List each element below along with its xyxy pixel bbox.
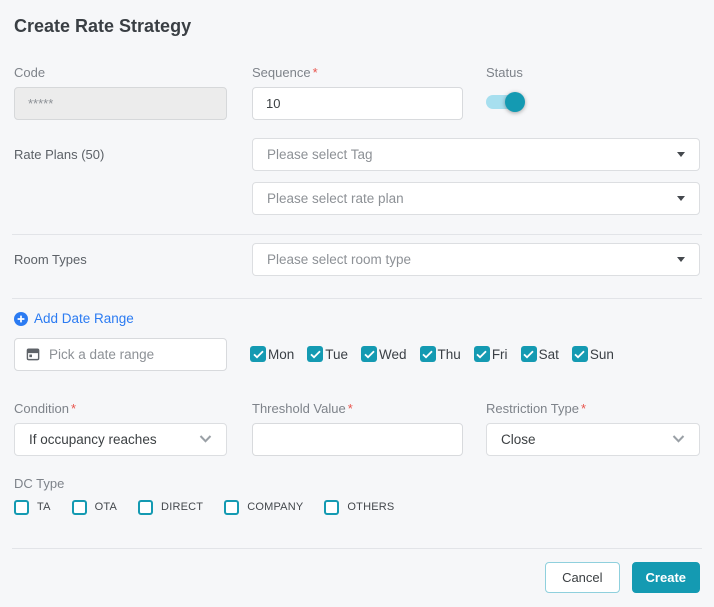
dc-checkbox-ota[interactable]: OTA (72, 500, 117, 515)
dc-type-options: TA OTA DIRECT COMPANY OTHERS (14, 500, 700, 515)
day-checkbox-sun[interactable]: Sun (572, 346, 614, 362)
caret-down-icon (677, 196, 685, 201)
divider (12, 234, 702, 235)
chevron-down-icon (199, 435, 212, 443)
unchecked-checkbox-icon (72, 500, 87, 515)
required-asterisk: * (581, 401, 586, 416)
row-code-sequence-status: Code Sequence* Status (14, 65, 700, 120)
condition-select-value: If occupancy reaches (29, 432, 157, 447)
chevron-down-icon (672, 435, 685, 443)
checked-checkbox-icon (474, 346, 490, 362)
room-types-section: Room Types Please select room type (14, 243, 700, 276)
create-rate-strategy-form: Create Rate Strategy Code Sequence* Stat… (0, 0, 714, 607)
checked-checkbox-icon (521, 346, 537, 362)
restriction-type-select[interactable]: Close (486, 423, 700, 456)
tag-select[interactable]: Please select Tag (252, 138, 700, 171)
code-label: Code (14, 65, 227, 80)
day-checkbox-mon[interactable]: Mon (250, 346, 294, 362)
add-date-range-label: Add Date Range (34, 311, 134, 326)
weekday-checkboxes: Mon Tue Wed Thu Fri Sat (250, 346, 614, 362)
required-asterisk: * (348, 401, 353, 416)
condition-row: Condition* If occupancy reaches Threshol… (14, 401, 700, 456)
unchecked-checkbox-icon (224, 500, 239, 515)
restriction-type-label: Restriction Type* (486, 401, 700, 416)
unchecked-checkbox-icon (14, 500, 29, 515)
checked-checkbox-icon (361, 346, 377, 362)
form-footer: Cancel Create (14, 562, 700, 593)
day-checkbox-tue[interactable]: Tue (307, 346, 348, 362)
required-asterisk: * (313, 65, 318, 80)
checked-checkbox-icon (250, 346, 266, 362)
page-title: Create Rate Strategy (14, 16, 700, 37)
room-types-label: Room Types (14, 243, 252, 267)
threshold-value-input[interactable] (252, 423, 463, 456)
threshold-value-label: Threshold Value* (252, 401, 463, 416)
day-checkbox-sat[interactable]: Sat (521, 346, 559, 362)
date-days-row: Mon Tue Wed Thu Fri Sat (14, 338, 700, 371)
dc-checkbox-others[interactable]: OTHERS (324, 500, 394, 515)
rate-plan-select-placeholder: Please select rate plan (267, 191, 404, 206)
dc-type-section: DC Type TA OTA DIRECT COMPANY OTHERS (14, 476, 700, 515)
rate-plans-section: Rate Plans (50) Please select Tag Please… (14, 138, 700, 215)
date-range-input[interactable] (49, 347, 215, 362)
cancel-button[interactable]: Cancel (545, 562, 619, 593)
unchecked-checkbox-icon (138, 500, 153, 515)
dc-type-label: DC Type (14, 476, 700, 491)
rate-plans-label: Rate Plans (50) (14, 138, 252, 162)
code-field (14, 87, 227, 120)
caret-down-icon (677, 257, 685, 262)
restriction-type-select-value: Close (501, 432, 536, 447)
day-checkbox-thu[interactable]: Thu (420, 346, 461, 362)
date-range-picker[interactable] (14, 338, 227, 371)
tag-select-placeholder: Please select Tag (267, 147, 373, 162)
dc-checkbox-direct[interactable]: DIRECT (138, 500, 203, 515)
room-type-select[interactable]: Please select room type (252, 243, 700, 276)
dc-checkbox-ta[interactable]: TA (14, 500, 51, 515)
day-checkbox-wed[interactable]: Wed (361, 346, 407, 362)
rate-plan-select[interactable]: Please select rate plan (252, 182, 700, 215)
dc-checkbox-company[interactable]: COMPANY (224, 500, 303, 515)
add-date-range-link[interactable]: Add Date Range (14, 311, 134, 326)
condition-label: Condition* (14, 401, 227, 416)
create-button[interactable]: Create (632, 562, 700, 593)
sequence-label: Sequence* (252, 65, 463, 80)
checked-checkbox-icon (420, 346, 436, 362)
required-asterisk: * (71, 401, 76, 416)
checked-checkbox-icon (572, 346, 588, 362)
status-toggle[interactable] (486, 95, 522, 109)
divider (12, 548, 702, 549)
caret-down-icon (677, 152, 685, 157)
unchecked-checkbox-icon (324, 500, 339, 515)
room-type-select-placeholder: Please select room type (267, 252, 411, 267)
checked-checkbox-icon (307, 346, 323, 362)
status-toggle-knob (505, 92, 525, 112)
calendar-icon (26, 346, 40, 362)
status-label: Status (486, 65, 700, 80)
plus-circle-icon (14, 312, 28, 326)
day-checkbox-fri[interactable]: Fri (474, 346, 508, 362)
condition-select[interactable]: If occupancy reaches (14, 423, 227, 456)
sequence-field[interactable] (252, 87, 463, 120)
